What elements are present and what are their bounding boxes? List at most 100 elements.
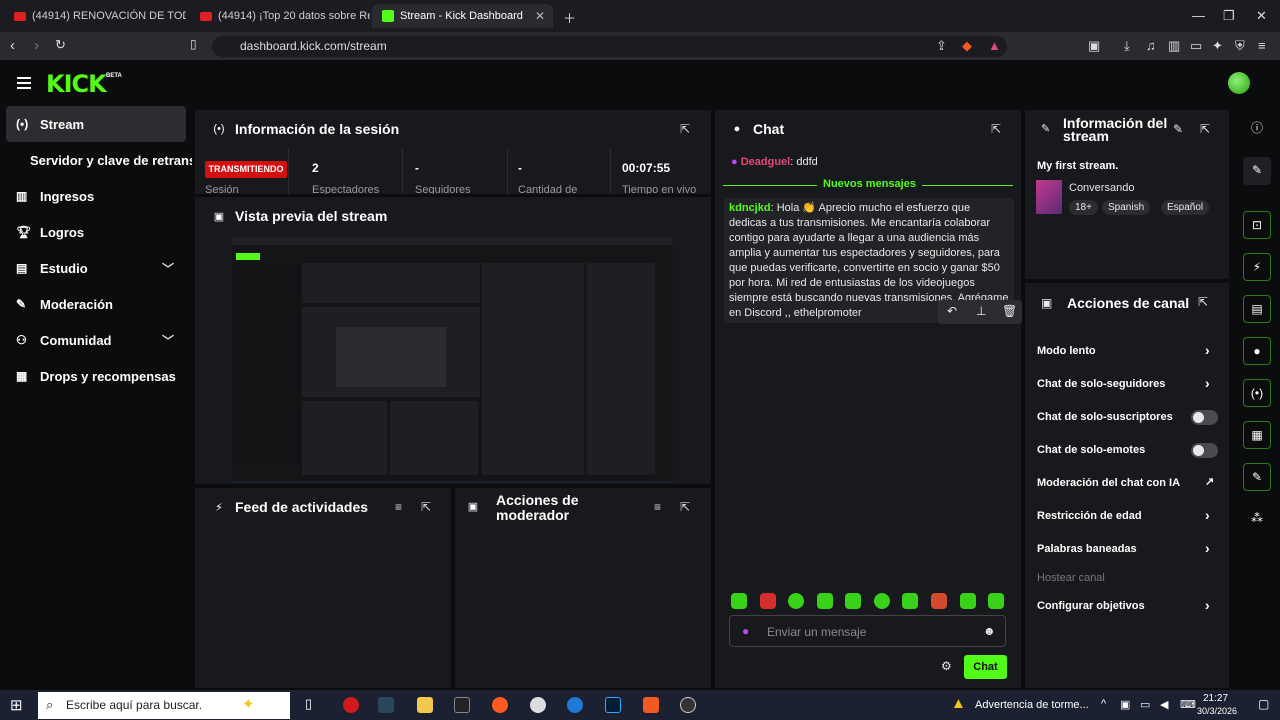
music-icon[interactable]: ♫ (1146, 38, 1156, 53)
sidebar-toggle-icon[interactable]: ▣ (1088, 38, 1100, 54)
emote-icon[interactable] (988, 593, 1004, 609)
subscribers-only-toggle[interactable] (1191, 410, 1218, 425)
document-icon[interactable]: ▤ (1243, 295, 1271, 323)
emote-icon[interactable] (817, 593, 833, 609)
broadcast-icon[interactable]: (•) (1243, 379, 1271, 407)
layout-icon[interactable]: ▦ (1243, 421, 1271, 449)
emote-icon[interactable] (788, 593, 804, 609)
sidebar-item-drops[interactable]: ▦ Drops y recompensas (6, 358, 186, 394)
minimize-icon[interactable]: — (1192, 8, 1205, 23)
folder-icon[interactable] (417, 697, 433, 713)
external-link-icon[interactable]: ↗ (1205, 475, 1214, 488)
chat-username[interactable]: Deadguel (741, 156, 791, 168)
sidebar-item-ingresos[interactable]: ▥ Ingresos (6, 178, 186, 214)
sidebar-item-stream[interactable]: (•) Stream (6, 106, 186, 142)
close-tab-icon[interactable]: ✕ (535, 9, 545, 23)
chat-username[interactable]: kdncjkd (729, 202, 771, 214)
emote-icon[interactable] (845, 593, 861, 609)
vpn-icon[interactable]: ⛨ (1235, 38, 1245, 54)
browser-tab[interactable]: (44914) RENOVACIÓN DE TODO MI S (4, 4, 186, 28)
tray-chevron-icon[interactable]: ^ (1101, 698, 1106, 710)
filter-icon[interactable]: ≡ (654, 500, 661, 514)
menu-icon[interactable]: ≡ (1258, 38, 1266, 53)
popout-icon[interactable]: ⇱ (1200, 122, 1210, 136)
user-avatar[interactable] (1228, 72, 1250, 94)
share-nodes-icon[interactable]: ⁂ (1243, 505, 1271, 533)
browser-tab[interactable]: (44914) ¡Top 20 datos sobre Resident (190, 4, 370, 28)
stream-preview-video[interactable] (232, 237, 673, 483)
wallet-icon[interactable]: ▭ (1190, 38, 1202, 54)
pin-icon[interactable]: ⊥ (976, 304, 986, 318)
settings-gear-icon[interactable]: ⚙ (941, 659, 952, 673)
emote-icon[interactable] (731, 593, 747, 609)
maximize-icon[interactable]: ❐ (1223, 8, 1235, 24)
popout-icon[interactable]: ⇱ (680, 500, 690, 514)
emote-icon[interactable] (874, 593, 890, 609)
task-view-icon[interactable]: ▯ (305, 696, 312, 712)
obs-icon[interactable] (530, 697, 546, 713)
chat-input[interactable]: ● Enviar un mensaje ☻ (729, 615, 1006, 647)
popout-icon[interactable]: ⇱ (1198, 295, 1208, 309)
send-chat-button[interactable]: Chat (964, 655, 1007, 679)
action-age-restriction[interactable]: Restricción de edad (1037, 510, 1142, 522)
category-name[interactable]: Conversando (1069, 182, 1134, 194)
edit-icon[interactable]: ✎ (1173, 122, 1183, 136)
action-banned-words[interactable]: Palabras baneadas (1037, 543, 1137, 555)
emote-icon[interactable] (902, 593, 918, 609)
filter-icon[interactable]: ≡ (395, 500, 402, 514)
bookmark-icon[interactable]: ▯ (190, 37, 197, 51)
app-icon[interactable] (680, 697, 696, 713)
opera-icon[interactable] (343, 697, 359, 713)
hamburger-menu-icon[interactable] (17, 77, 31, 89)
popout-icon[interactable]: ⇱ (991, 122, 1001, 136)
lightning-icon[interactable]: ⚡︎ (1243, 253, 1271, 281)
fullscreen-icon[interactable]: ⊡ (1243, 211, 1271, 239)
bluetooth-icon[interactable] (567, 697, 583, 713)
epic-games-icon[interactable] (454, 697, 470, 713)
emotes-only-toggle[interactable] (1191, 443, 1218, 458)
wrench-icon[interactable]: ✎ (1243, 463, 1271, 491)
url-field[interactable]: dashboard.kick.com/stream (212, 36, 1007, 57)
photoshop-icon[interactable] (605, 697, 621, 713)
download-icon[interactable]: ⤓ (1124, 38, 1130, 54)
brave-shield-icon[interactable]: ◆ (962, 38, 972, 54)
sidebar-item-server-key[interactable]: Servidor y clave de retransmisión (30, 153, 192, 168)
sidebar-item-moderacion[interactable]: ✎ Moderación (6, 286, 186, 322)
sparkle-icon[interactable]: ✦ (242, 695, 255, 713)
browser-tab-active[interactable]: Stream - Kick Dashboard ✕ (372, 4, 553, 28)
chevron-right-icon[interactable]: › (1205, 342, 1210, 358)
emote-icon[interactable] (960, 593, 976, 609)
chevron-right-icon[interactable]: › (1205, 540, 1210, 556)
new-tab-icon[interactable]: ＋ (563, 8, 576, 27)
brave-icon[interactable] (643, 697, 659, 713)
volume-icon[interactable]: ◀ (1160, 698, 1168, 711)
rewards-icon[interactable]: ▲ (988, 38, 1001, 53)
reply-icon[interactable]: ↶ (947, 304, 957, 318)
sidebar-item-comunidad[interactable]: ⚇ Comunidad ﹀ (6, 322, 186, 358)
action-goals[interactable]: Configurar objetivos (1037, 600, 1145, 612)
action-slow-mode[interactable]: Modo lento (1037, 345, 1096, 357)
network-icon[interactable]: ▭ (1140, 698, 1150, 711)
back-icon[interactable]: ‹ (10, 37, 15, 54)
chevron-right-icon[interactable]: › (1205, 375, 1210, 391)
notifications-icon[interactable]: ▢ (1258, 697, 1269, 711)
ai-icon[interactable]: ✦ (1212, 38, 1223, 54)
mic-icon[interactable]: ● (742, 624, 749, 638)
sidebar-item-estudio[interactable]: ▤ Estudio ﹀ (6, 250, 186, 286)
emoji-icon[interactable]: ☻ (983, 624, 996, 638)
app-icon[interactable] (492, 697, 508, 713)
chat-bubble-icon[interactable]: ● (1243, 337, 1271, 365)
kick-logo[interactable]: KICK (46, 70, 107, 98)
sidebar-item-logros[interactable]: 🏆︎ Logros (6, 214, 186, 250)
delete-icon[interactable]: 🗑︎ (1002, 304, 1017, 318)
emote-icon[interactable] (931, 593, 947, 609)
action-followers-only[interactable]: Chat de solo-seguidores (1037, 378, 1165, 390)
clock-date[interactable]: 30/3/2026 (1197, 706, 1237, 716)
info-icon[interactable]: ⓘ (1243, 115, 1271, 143)
chevron-right-icon[interactable]: › (1205, 597, 1210, 613)
tray-icon[interactable]: ▣ (1120, 698, 1130, 711)
clock-time[interactable]: 21:27 (1203, 693, 1228, 704)
edit-icon[interactable]: ✎ (1243, 157, 1271, 185)
close-window-icon[interactable]: ✕ (1256, 8, 1267, 24)
emote-icon[interactable] (760, 593, 776, 609)
